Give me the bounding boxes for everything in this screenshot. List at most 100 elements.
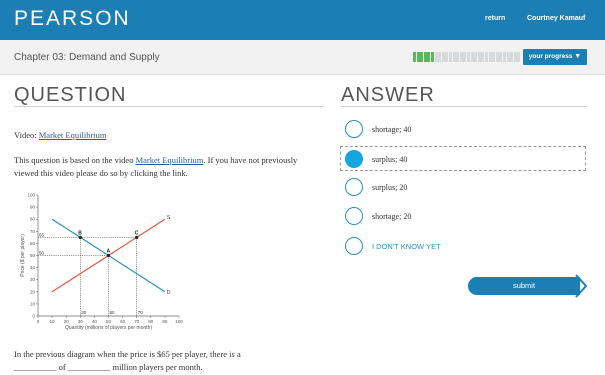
submit-arrow-icon[interactable] bbox=[575, 274, 587, 298]
x-tick-label: 20 bbox=[64, 319, 70, 324]
question-heading: QUESTION bbox=[14, 84, 127, 106]
option-label: I DON'T KNOW YET bbox=[372, 242, 441, 251]
quantity-label-a: 50 bbox=[110, 310, 116, 315]
progress-tick bbox=[492, 52, 496, 62]
progress-tick bbox=[441, 52, 445, 62]
user-name[interactable]: Courtney Kamauf bbox=[527, 15, 585, 22]
progress-tick bbox=[459, 52, 463, 62]
radio-button-selected[interactable] bbox=[345, 150, 363, 168]
progress-tick bbox=[413, 52, 416, 62]
answer-option-2[interactable]: surplus; 40 bbox=[340, 146, 586, 171]
prompt-line-1: In the previous diagram when the price i… bbox=[14, 349, 241, 359]
progress-tick bbox=[416, 52, 420, 62]
chevron-down-icon: ▼ bbox=[574, 53, 582, 60]
video-line: Video: Market Equilibrium bbox=[14, 129, 107, 142]
x-tick-label: 0 bbox=[37, 319, 40, 324]
radio-button[interactable] bbox=[345, 178, 363, 196]
progress-tick bbox=[452, 52, 456, 62]
option-label: surplus; 20 bbox=[372, 183, 408, 192]
y-tick-label: 100 bbox=[27, 193, 35, 198]
y-tick-label: 20 bbox=[30, 289, 36, 294]
progress-tick bbox=[431, 52, 434, 62]
y-tick-label: 50 bbox=[30, 253, 36, 258]
answer-option-1[interactable]: shortage; 40 bbox=[341, 117, 587, 142]
x-tick-label: 50 bbox=[106, 319, 112, 324]
video-link[interactable]: Market Equilibrium bbox=[39, 130, 107, 140]
progress-tick bbox=[449, 52, 452, 62]
progress-tick bbox=[477, 52, 481, 62]
x-axis-label: Quantity (millions of players per month) bbox=[65, 325, 152, 331]
x-tick-label: 80 bbox=[148, 319, 154, 324]
y-tick-label: 0 bbox=[32, 314, 35, 319]
quantity-label-c: 70 bbox=[138, 310, 144, 315]
progress-tick bbox=[513, 52, 517, 62]
progress-tick bbox=[481, 52, 485, 62]
answer-option-3[interactable]: surplus; 20 bbox=[341, 175, 587, 200]
progress-tick bbox=[423, 52, 427, 62]
progress-tick bbox=[456, 52, 460, 62]
x-tick-label: 30 bbox=[78, 319, 84, 324]
progress-tick bbox=[474, 52, 478, 62]
return-link[interactable]: return bbox=[485, 15, 505, 22]
point-label-c: C bbox=[135, 230, 139, 236]
progress-tick bbox=[503, 52, 506, 62]
answer-heading: ANSWER bbox=[341, 84, 435, 106]
your-progress-label: your progress bbox=[528, 53, 573, 60]
progress-tick bbox=[463, 52, 467, 62]
market-equilibrium-chart: 0 10 20 30 40 50 60 70 80 90 100 0 10 20 30 40 50 60 70 80 9… bbox=[14, 190, 189, 345]
radio-button[interactable] bbox=[345, 237, 363, 255]
progress-tick bbox=[427, 52, 431, 62]
progress-tick bbox=[420, 52, 424, 62]
point-label-b: B bbox=[78, 230, 82, 236]
point-label-a: A bbox=[107, 249, 111, 255]
price-label-high: 65 bbox=[39, 232, 45, 237]
submit-button[interactable]: submit bbox=[468, 277, 580, 295]
video-prefix: Video: bbox=[14, 130, 39, 140]
y-tick-label: 80 bbox=[30, 217, 36, 222]
y-tick-label: 60 bbox=[30, 241, 36, 246]
progress-tick bbox=[506, 52, 510, 62]
progress-tick bbox=[445, 52, 449, 62]
y-tick-label: 30 bbox=[30, 277, 36, 282]
y-axis-label: Price ($ per player) bbox=[20, 234, 26, 277]
progress-tick bbox=[434, 52, 438, 62]
x-tick-label: 100 bbox=[175, 319, 183, 324]
answer-option-4[interactable]: shortage; 20 bbox=[341, 204, 587, 229]
price-label-eq: 50 bbox=[39, 251, 45, 256]
progress-tick bbox=[510, 52, 514, 62]
option-label: shortage; 20 bbox=[372, 212, 412, 221]
intro-prefix: This question is based on the video bbox=[14, 155, 136, 165]
x-tick-label: 60 bbox=[120, 319, 126, 324]
x-tick-label: 10 bbox=[50, 319, 56, 324]
prompt-line-2: __________ of __________ million players… bbox=[14, 362, 203, 372]
intro-text: This question is based on the video Mark… bbox=[14, 154, 314, 180]
your-progress-button[interactable]: your progress ▼ bbox=[523, 49, 587, 65]
y-tick-label: 70 bbox=[30, 229, 36, 234]
chart-svg: 01020304050607080901000 10 20 30 40 50 60 70 80 9… bbox=[20, 193, 183, 332]
progress-tick bbox=[488, 52, 492, 62]
pearson-logo: PEARSON bbox=[14, 7, 131, 30]
question-divider bbox=[14, 106, 324, 107]
option-label: shortage; 40 bbox=[372, 125, 412, 134]
option-label: surplus; 40 bbox=[372, 155, 408, 164]
answer-divider bbox=[341, 106, 587, 107]
series-label-d: D bbox=[167, 290, 171, 296]
x-tick-label: 70 bbox=[134, 319, 140, 324]
chapter-title: Chapter 03: Demand and Supply bbox=[14, 52, 160, 63]
progress-tick bbox=[438, 52, 442, 62]
answer-option-5[interactable]: I DON'T KNOW YET bbox=[341, 234, 587, 259]
y-tick-label: 40 bbox=[30, 265, 36, 270]
radio-button[interactable] bbox=[345, 120, 363, 138]
y-tick-label: 90 bbox=[30, 205, 36, 210]
series-label-s: S bbox=[167, 215, 171, 221]
quantity-label-b: 30 bbox=[81, 310, 87, 315]
x-tick-label: 40 bbox=[92, 319, 98, 324]
radio-button[interactable] bbox=[345, 207, 363, 225]
top-bar: PEARSON return Courtney Kamauf bbox=[0, 0, 605, 40]
progress-tick bbox=[499, 52, 503, 62]
progress-tick bbox=[485, 52, 488, 62]
x-tick-label: 90 bbox=[162, 319, 168, 324]
progress-tick bbox=[495, 52, 499, 62]
progress-tick bbox=[467, 52, 470, 62]
intro-link[interactable]: Market Equilibrium bbox=[136, 155, 204, 165]
